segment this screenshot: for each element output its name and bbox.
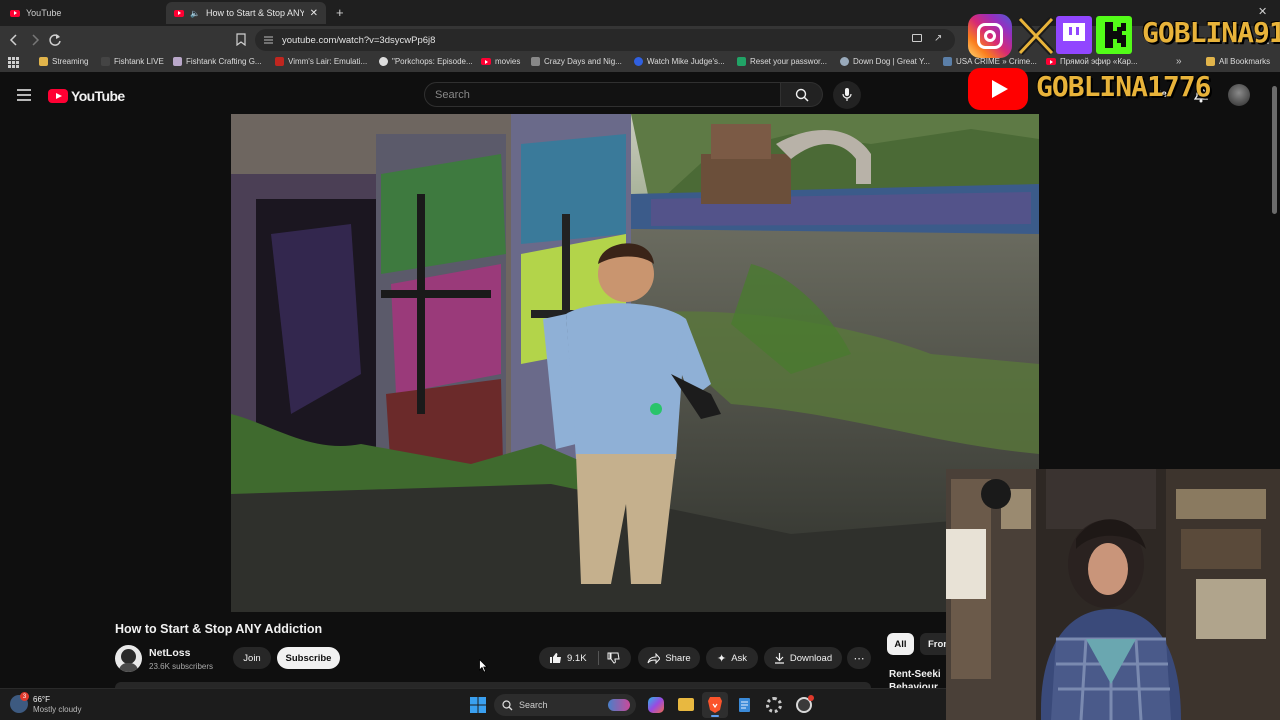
site-info-icon[interactable] xyxy=(263,35,274,45)
overlay-name-2: GOBLINA1776 xyxy=(1036,70,1211,103)
overlay-name-1: GOBLINA911 xyxy=(1142,16,1280,49)
id-icon xyxy=(737,57,746,66)
share-page-icon[interactable]: ↗ xyxy=(934,33,942,44)
tab-label: How to Start & Stop ANY Addic xyxy=(205,8,304,18)
thumbs-down-icon[interactable] xyxy=(607,652,620,664)
notepad-icon[interactable] xyxy=(738,697,751,713)
thumbs-up-icon xyxy=(550,653,561,663)
bookmark-mike-judge[interactable]: Watch Mike Judge's... xyxy=(634,57,725,66)
next-video-title[interactable]: Rent-Seeki xyxy=(889,669,941,680)
bookmark-streaming[interactable]: Streaming xyxy=(39,57,88,66)
bookmark-porkchops[interactable]: "Porkchops: Episode... xyxy=(379,57,473,66)
twitch-icon xyxy=(1056,16,1092,54)
address-bar[interactable]: youtube.com/watch?v=3dsycwPp6j8 xyxy=(255,29,955,51)
youtube-logo[interactable]: YouTube xyxy=(48,88,125,104)
back-icon[interactable] xyxy=(9,34,19,46)
video-frame xyxy=(231,114,1039,612)
search-highlight-icon xyxy=(608,699,630,711)
video-player[interactable] xyxy=(231,114,1039,612)
youtube-play-logo-icon xyxy=(48,89,68,103)
voice-search-button[interactable] xyxy=(833,81,861,109)
download-icon xyxy=(774,653,784,664)
like-dislike-group: 9.1K xyxy=(539,647,631,669)
bookmark-star-icon[interactable] xyxy=(236,33,246,46)
speaker-icon: 🔈 xyxy=(190,8,200,18)
webcam-feed xyxy=(946,469,1280,720)
hamburger-menu-icon[interactable] xyxy=(17,89,31,101)
windows-taskbar: 3 66°F Mostly cloudy Search xyxy=(0,688,946,720)
tab-youtube[interactable]: YouTube xyxy=(2,2,166,24)
youtube-favicon-icon xyxy=(10,9,20,17)
bookmark-down-dog[interactable]: Down Dog | Great Y... xyxy=(840,57,930,66)
cast-icon[interactable] xyxy=(912,34,922,42)
reload-icon[interactable] xyxy=(48,33,62,47)
youtube-favicon-icon xyxy=(174,9,184,17)
channel-name[interactable]: NetLoss xyxy=(149,647,190,659)
bookmark-fishtank-live[interactable]: Fishtank LIVE xyxy=(101,57,164,66)
vimm-icon xyxy=(275,57,284,66)
new-tab-button[interactable]: + xyxy=(336,5,344,20)
bookmark-movies[interactable]: movies xyxy=(481,57,520,66)
obs-icon[interactable] xyxy=(796,695,814,713)
kick-icon xyxy=(1096,16,1132,54)
page-icon xyxy=(379,57,388,66)
forward-icon[interactable] xyxy=(30,34,40,46)
mouse-cursor-icon xyxy=(479,659,488,673)
microphone-icon xyxy=(842,88,852,101)
search-icon xyxy=(795,88,809,102)
video-title: How to Start & Stop ANY Addiction xyxy=(115,622,323,636)
ask-button[interactable]: ✦ Ask xyxy=(706,647,758,669)
bookmark-crazy-days[interactable]: Crazy Days and Nig... xyxy=(531,57,622,66)
close-tab-icon[interactable]: ✕ xyxy=(310,8,318,19)
folder-icon xyxy=(39,57,48,66)
page-icon xyxy=(943,57,952,66)
subscribe-button[interactable]: Subscribe xyxy=(277,647,340,669)
youtube-overlay-icon xyxy=(968,68,1028,110)
share-button[interactable]: Share xyxy=(638,647,700,669)
chip-all[interactable]: All xyxy=(887,633,914,655)
x-logo-icon xyxy=(1018,17,1054,55)
bookmark-fishtank-crafting[interactable]: Fishtank Crafting G... xyxy=(173,57,262,66)
page-icon xyxy=(840,57,849,66)
file-explorer-icon[interactable] xyxy=(678,698,694,711)
instagram-icon xyxy=(968,14,1012,58)
fishtank-icon xyxy=(101,57,110,66)
share-arrow-icon xyxy=(647,652,661,664)
youtube-search-button[interactable] xyxy=(781,82,823,107)
subscriber-count: 23.6K subscribers xyxy=(149,662,214,671)
settings-gear-icon[interactable] xyxy=(766,697,782,713)
weather-temp[interactable]: 66°F xyxy=(33,695,50,704)
brave-lion-icon xyxy=(708,697,722,713)
page-icon xyxy=(173,57,182,66)
like-button[interactable]: 9.1K xyxy=(549,652,587,664)
bookmark-vimms-lair[interactable]: Vimm's Lair: Emulati... xyxy=(275,57,367,66)
search-icon xyxy=(502,699,513,710)
streamer-social-overlay: GOBLINA911 GOBLINA1776 xyxy=(966,14,1280,110)
sparkle-icon: ✦ xyxy=(716,652,727,665)
url-text: youtube.com/watch?v=3dsycwPp6j8 xyxy=(282,34,436,46)
tab-current-video[interactable]: 🔈 How to Start & Stop ANY Addic ✕ xyxy=(166,2,326,24)
brave-browser-taskbar-button[interactable] xyxy=(702,692,728,718)
page-icon xyxy=(531,57,540,66)
taskbar-search-box[interactable]: Search xyxy=(494,694,636,716)
like-divider xyxy=(598,651,599,665)
more-horizontal-icon: ⋯ xyxy=(853,652,865,665)
webcam-overlay xyxy=(946,469,1280,720)
windows-start-icon[interactable] xyxy=(470,697,486,713)
page-scrollbar[interactable] xyxy=(1272,86,1277,214)
youtube-favicon-icon xyxy=(481,58,491,65)
download-button[interactable]: Download xyxy=(764,647,842,669)
apps-grid-icon[interactable] xyxy=(8,57,19,68)
weather-description[interactable]: Mostly cloudy xyxy=(33,705,81,714)
channel-avatar[interactable] xyxy=(115,645,142,672)
join-button[interactable]: Join xyxy=(233,647,271,669)
youtube-search-input[interactable]: Search xyxy=(424,82,781,107)
page-icon xyxy=(634,57,643,66)
tab-label: YouTube xyxy=(26,8,62,18)
copilot-icon[interactable] xyxy=(648,697,664,713)
bookmark-reset-password[interactable]: Reset your passwor... xyxy=(737,57,827,66)
weather-badge: 3 xyxy=(20,692,29,701)
more-actions-button[interactable]: ⋯ xyxy=(847,647,871,669)
